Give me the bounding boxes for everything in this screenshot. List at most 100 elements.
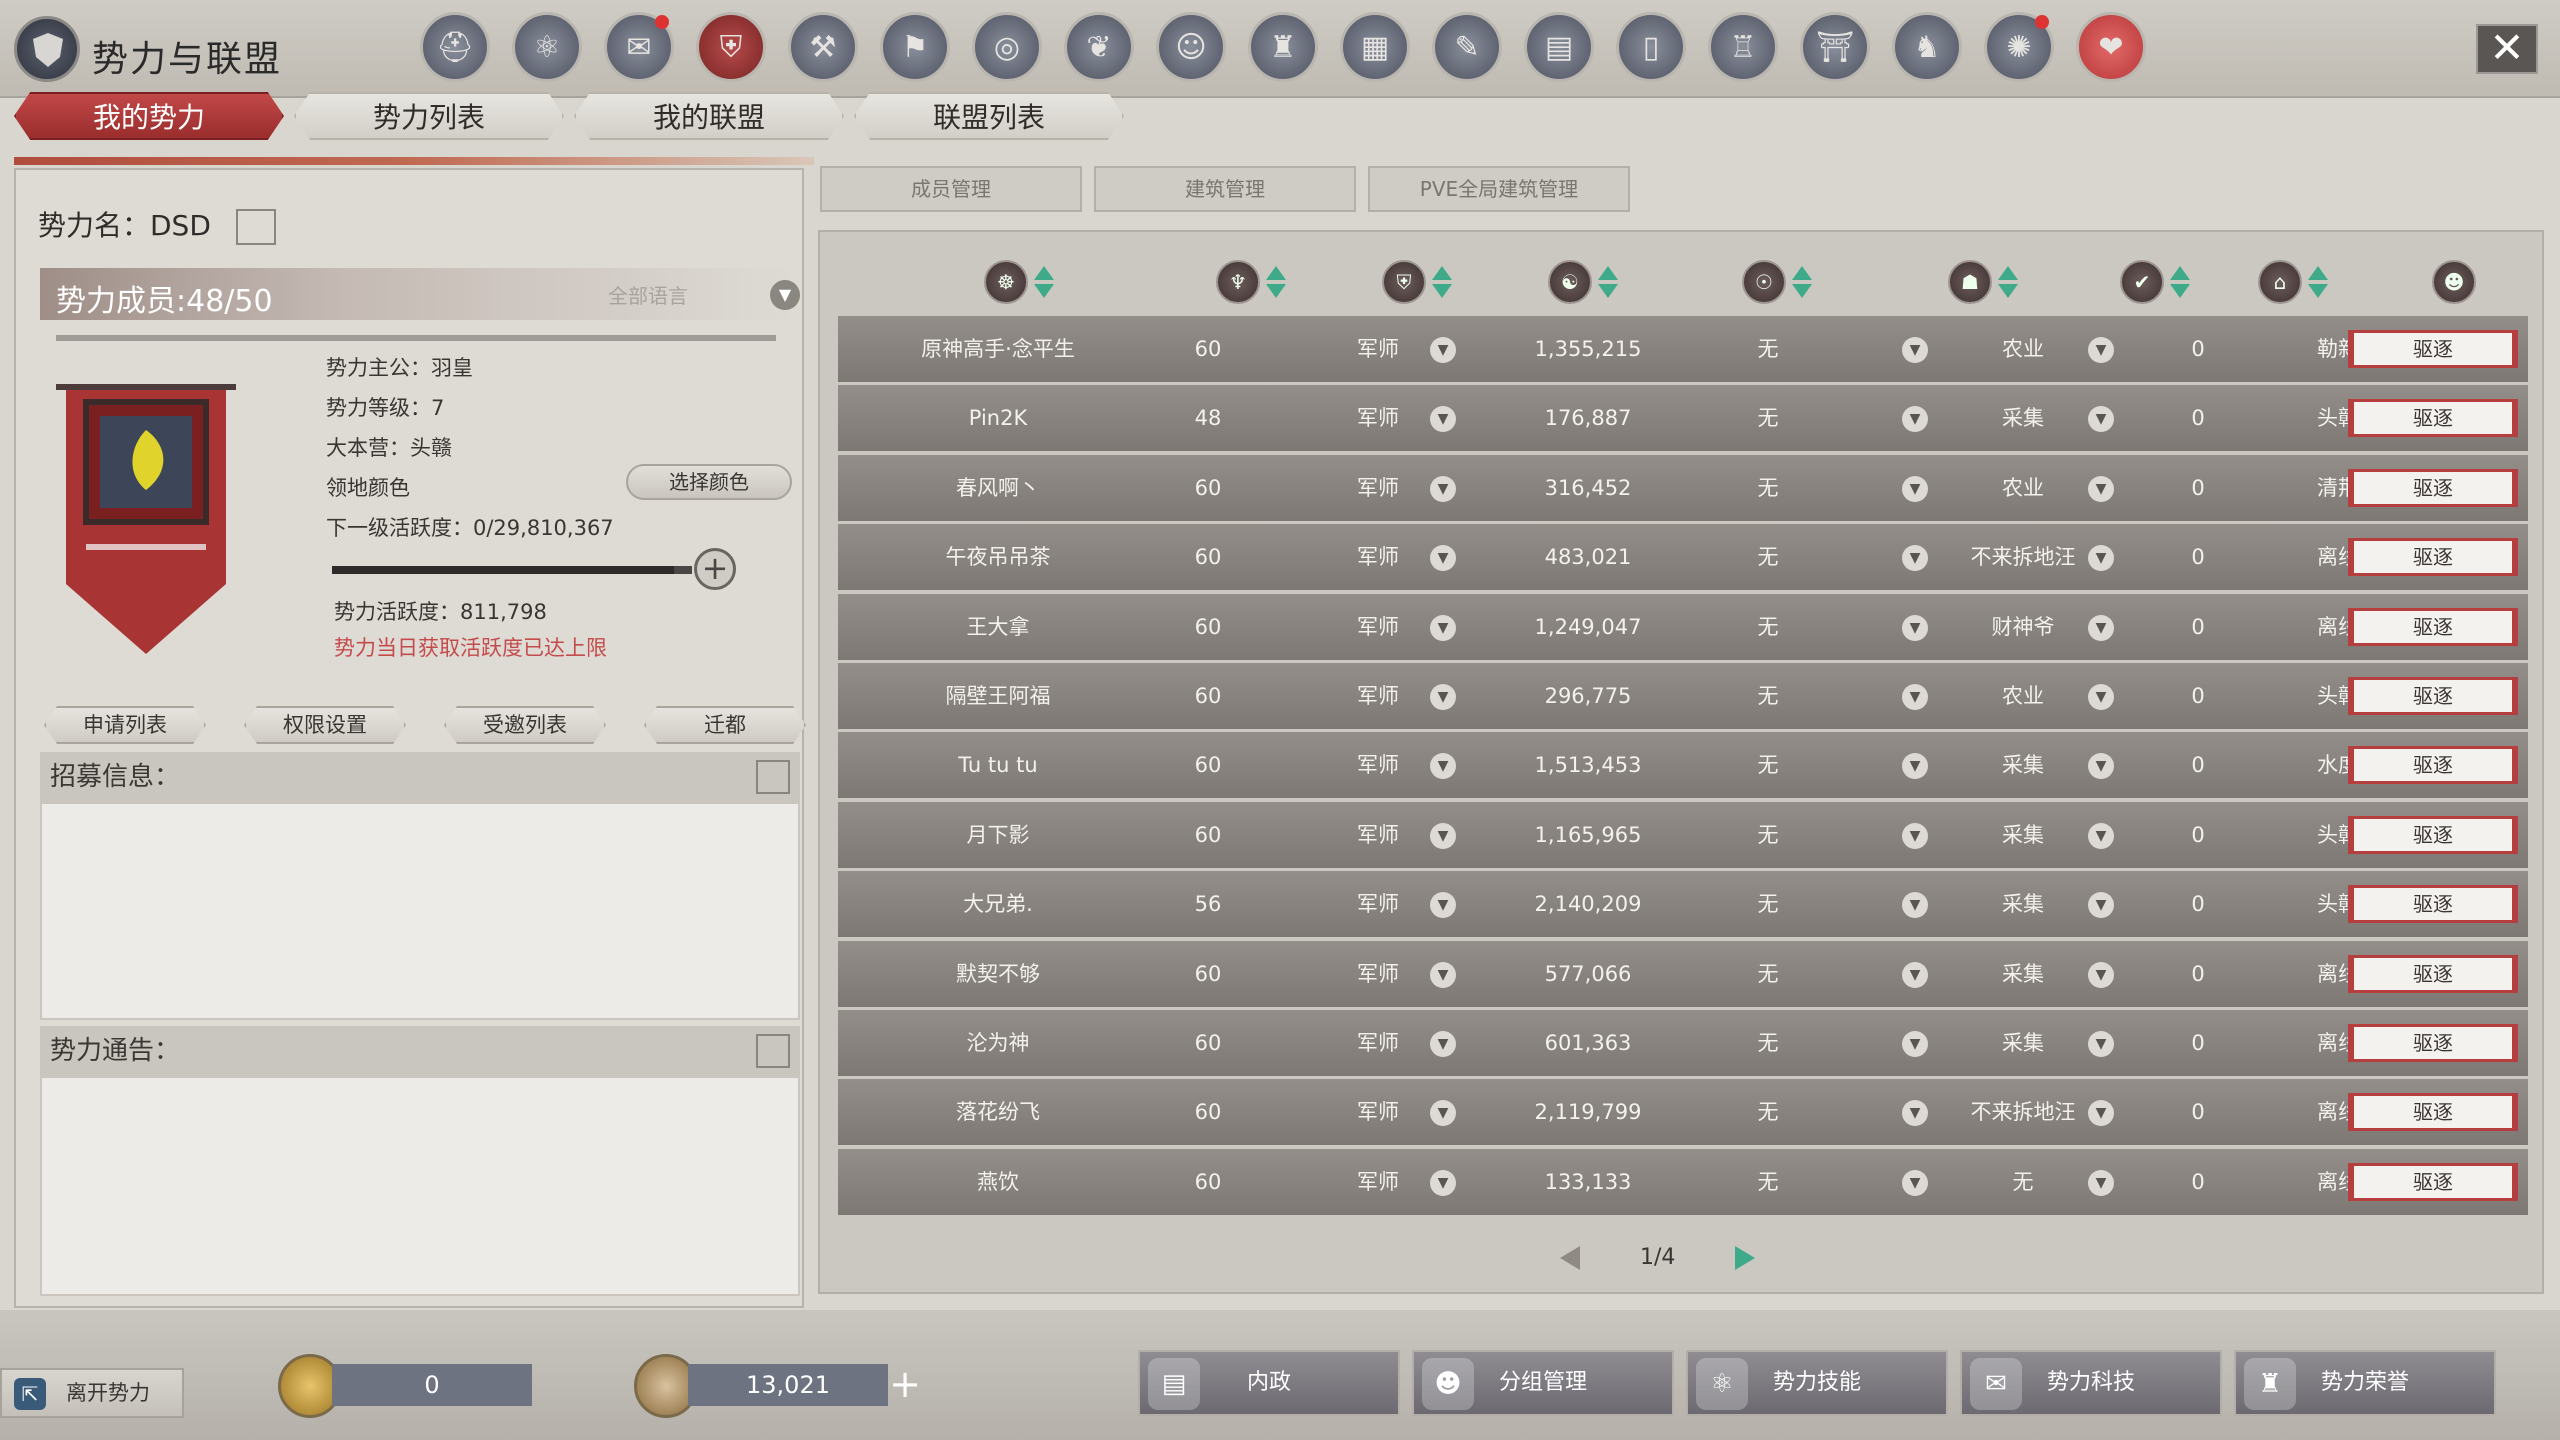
chevron-down-icon[interactable]: ▼ [1430, 475, 1456, 502]
faction-honor-button[interactable]: ♜ 势力荣誉 [2234, 1350, 2496, 1416]
table-row[interactable]: 大兄弟. 56 军师 ▼ 2,140,209 无 ▼ 采集 ▼ 0 头赣 驱逐 [838, 871, 2528, 938]
helmet-icon[interactable]: ⛑ [420, 12, 490, 82]
chevron-down-icon[interactable]: ▼ [1430, 1169, 1456, 1196]
chevron-down-icon[interactable]: ▼ [1902, 1100, 1928, 1127]
kick-button[interactable]: 驱逐 [2348, 330, 2518, 368]
chevron-down-icon[interactable]: ▼ [2088, 406, 2114, 433]
banner-icon[interactable]: ⚑ [880, 12, 950, 82]
beast-icon[interactable]: ♞ [1892, 12, 1962, 82]
kick-button[interactable]: 驱逐 [2348, 538, 2518, 577]
permission-settings-button[interactable]: 权限设置 [244, 706, 406, 744]
table-row[interactable]: 午夜吊吊茶 60 军师 ▼ 483,021 无 ▼ 不来拆地汪 ▼ 0 离线 驱… [838, 524, 2528, 591]
mask-icon[interactable]: ☺ [1156, 12, 1226, 82]
header-location[interactable]: ⌂ [2258, 252, 2328, 312]
chevron-down-icon[interactable]: ▼ [1902, 822, 1928, 849]
add-activity-button[interactable]: + [694, 548, 736, 590]
quill-icon[interactable]: ✎ [1432, 12, 1502, 82]
tab-pve-building-management[interactable]: PVE全局建筑管理 [1368, 166, 1630, 212]
table-row[interactable]: 燕饮 60 军师 ▼ 133,133 无 ▼ 无 ▼ 0 离线 驱逐 [838, 1148, 2528, 1215]
header-contribution[interactable]: ✔ [2120, 252, 2190, 312]
chevron-down-icon[interactable]: ▼ [770, 280, 800, 310]
chevron-down-icon[interactable]: ▼ [2088, 475, 2114, 502]
chevron-down-icon[interactable]: ▼ [2088, 1100, 2114, 1127]
compass-icon[interactable]: ✺ [1984, 12, 2054, 82]
book-icon[interactable]: ▤ [1524, 12, 1594, 82]
sort-arrows-icon[interactable] [1998, 266, 2018, 298]
chevron-down-icon[interactable]: ▼ [1902, 545, 1928, 572]
chevron-down-icon[interactable]: ▼ [2088, 892, 2114, 919]
prev-page-icon[interactable] [1560, 1245, 1580, 1270]
table-row[interactable]: 默契不够 60 军师 ▼ 577,066 无 ▼ 采集 ▼ 0 离线 驱逐 [838, 940, 2528, 1007]
chevron-down-icon[interactable]: ▼ [1430, 753, 1456, 780]
header-level[interactable]: ♆ [1216, 252, 1286, 312]
chevron-down-icon[interactable]: ▼ [2088, 753, 2114, 780]
chevron-down-icon[interactable]: ▼ [1430, 406, 1456, 433]
table-row[interactable]: 隔壁王阿福 60 军师 ▼ 296,775 无 ▼ 农业 ▼ 0 头赣 驱逐 [838, 662, 2528, 729]
kick-button[interactable]: 驱逐 [2348, 885, 2518, 924]
scroll-icon[interactable]: ✉ [604, 12, 674, 82]
close-button[interactable]: ✕ [2476, 24, 2538, 74]
tools-icon[interactable]: ⚒ [788, 12, 858, 82]
header-name[interactable]: ☸ [984, 252, 1054, 312]
kick-button[interactable]: 驱逐 [2348, 1023, 2518, 1062]
sort-arrows-icon[interactable] [1266, 266, 1286, 298]
building-icon[interactable]: ♖ [1708, 12, 1778, 82]
chevron-down-icon[interactable]: ▼ [1902, 1030, 1928, 1057]
application-list-button[interactable]: 申请列表 [44, 706, 206, 744]
chevron-down-icon[interactable]: ▼ [1430, 892, 1456, 919]
sort-arrows-icon[interactable] [1598, 266, 1618, 298]
tab-my-faction[interactable]: 我的势力 [14, 92, 284, 140]
tab-member-management[interactable]: 成员管理 [820, 166, 1082, 212]
map-icon[interactable]: ▦ [1340, 12, 1410, 82]
header-role[interactable]: ⛨ [1382, 252, 1452, 312]
chevron-down-icon[interactable]: ▼ [1902, 475, 1928, 502]
chevron-down-icon[interactable]: ▼ [1430, 337, 1456, 363]
edit-notice-icon[interactable] [756, 1034, 790, 1068]
table-row[interactable]: 落花纷飞 60 军师 ▼ 2,119,799 无 ▼ 不来拆地汪 ▼ 0 离线 … [838, 1079, 2528, 1146]
table-row[interactable]: 原神高手·念平生 60 军师 ▼ 1,355,215 无 ▼ 农业 ▼ 0 勒新… [838, 316, 2528, 382]
group-management-button[interactable]: ☻ 分组管理 [1412, 1350, 1674, 1416]
internal-affairs-button[interactable]: ▤ 内政 [1138, 1350, 1400, 1416]
chevron-down-icon[interactable]: ▼ [2088, 822, 2114, 849]
chevron-down-icon[interactable]: ▼ [1902, 961, 1928, 988]
chevron-down-icon[interactable]: ▼ [2088, 545, 2114, 572]
leave-faction-button[interactable]: ⇱ 离开势力 [0, 1368, 184, 1418]
dragon-icon[interactable]: ❦ [1064, 12, 1134, 82]
kick-button[interactable]: 驱逐 [2348, 676, 2518, 715]
chevron-down-icon[interactable]: ▼ [2088, 961, 2114, 988]
sort-arrows-icon[interactable] [1034, 266, 1054, 298]
kick-button[interactable]: 驱逐 [2348, 746, 2518, 785]
kick-button[interactable]: 驱逐 [2348, 607, 2518, 646]
table-row[interactable]: 王大拿 60 军师 ▼ 1,249,047 无 ▼ 财神爷 ▼ 0 离线 驱逐 [838, 593, 2528, 660]
chevron-down-icon[interactable]: ▼ [1902, 614, 1928, 641]
chevron-down-icon[interactable]: ▼ [2088, 683, 2114, 710]
kick-button[interactable]: 驱逐 [2348, 815, 2518, 854]
kick-button[interactable]: 驱逐 [2348, 399, 2518, 438]
badge-icon[interactable]: ♜ [1248, 12, 1318, 82]
chevron-down-icon[interactable]: ▼ [1902, 892, 1928, 919]
sort-arrows-icon[interactable] [1432, 266, 1452, 298]
chevron-down-icon[interactable]: ▼ [1430, 614, 1456, 641]
table-row[interactable]: 月下影 60 军师 ▼ 1,165,965 无 ▼ 采集 ▼ 0 头赣 驱逐 [838, 801, 2528, 868]
relocate-capital-button[interactable]: 迁都 [644, 706, 806, 744]
chevron-down-icon[interactable]: ▼ [1430, 1100, 1456, 1127]
edit-name-icon[interactable] [235, 209, 276, 245]
chevron-down-icon[interactable]: ▼ [1902, 753, 1928, 780]
language-filter[interactable]: 全部语言 [608, 280, 688, 309]
heart-book-icon[interactable]: ❤ [2076, 12, 2146, 82]
faction-skill-button[interactable]: ⚛ 势力技能 [1686, 1350, 1948, 1416]
chevron-down-icon[interactable]: ▼ [1902, 683, 1928, 710]
sort-arrows-icon[interactable] [1792, 266, 1812, 298]
tab-my-alliance[interactable]: 我的联盟 [574, 92, 844, 140]
chevron-down-icon[interactable]: ▼ [2088, 1030, 2114, 1057]
altar-icon[interactable]: ⛩ [1800, 12, 1870, 82]
add-resource-button[interactable]: + [884, 1364, 926, 1406]
chevron-down-icon[interactable]: ▼ [2088, 614, 2114, 641]
chevron-down-icon[interactable]: ▼ [1902, 337, 1928, 363]
table-row[interactable]: 沦为神 60 军师 ▼ 601,363 无 ▼ 采集 ▼ 0 离线 驱逐 [838, 1009, 2528, 1076]
faction-tech-button[interactable]: ✉ 势力科技 [1960, 1350, 2222, 1416]
chevron-down-icon[interactable]: ▼ [2088, 337, 2114, 363]
next-page-icon[interactable] [1735, 1245, 1756, 1270]
sort-arrows-icon[interactable] [2170, 266, 2190, 298]
kick-button[interactable]: 驱逐 [2348, 1162, 2518, 1201]
